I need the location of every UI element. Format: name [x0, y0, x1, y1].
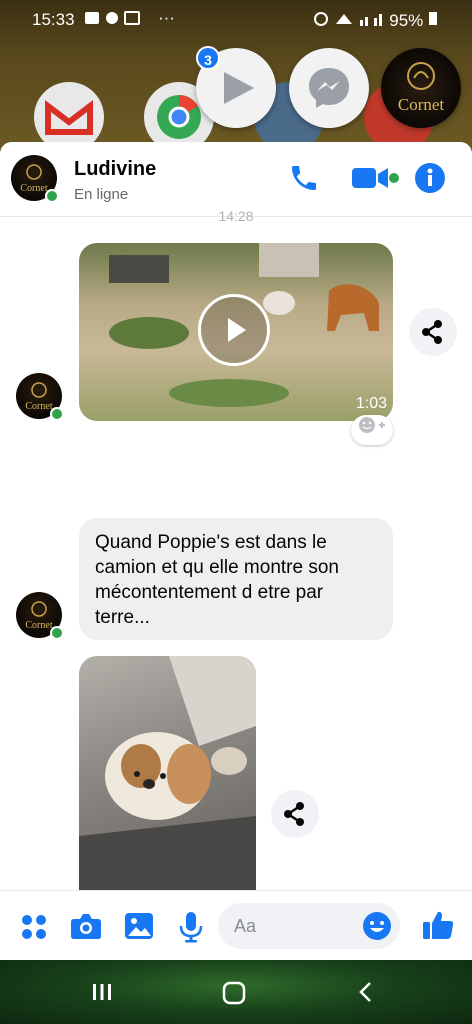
recent-apps-button[interactable] — [90, 980, 114, 1009]
system-icons — [312, 10, 392, 31]
share-icon — [422, 320, 442, 344]
status-bar: 15:33 ··· 95% — [0, 0, 472, 38]
avatar-logo-text: Cornet — [25, 401, 52, 412]
logo-text: Cornet — [398, 95, 445, 114]
timestamp-partial: 14:28 — [218, 208, 254, 224]
unread-badge: 3 — [196, 46, 220, 70]
mic-icon — [179, 912, 203, 943]
online-indicator — [50, 407, 64, 421]
call-button[interactable] — [288, 162, 320, 199]
share-icon — [284, 802, 304, 826]
message-list[interactable]: 14:28 Cornet 1:03 Cornet Quand Poppie's … — [0, 208, 472, 896]
add-reaction-icon — [359, 417, 385, 433]
apps-icon — [22, 915, 46, 939]
share-button[interactable] — [271, 790, 319, 838]
recents-icon — [93, 984, 111, 1000]
battery-icon — [429, 12, 437, 25]
chat-head-messenger[interactable] — [289, 48, 369, 128]
camera-icon — [71, 914, 101, 939]
back-button[interactable] — [354, 980, 378, 1009]
contact-name[interactable]: Ludivine — [74, 158, 156, 181]
voice-button[interactable] — [178, 911, 204, 948]
video-duration: 1:03 — [355, 395, 387, 412]
gallery-icon — [125, 913, 153, 939]
call-icon — [292, 166, 316, 190]
home-icon — [222, 981, 246, 1005]
home-button[interactable] — [221, 980, 247, 1011]
chat-head-contact[interactable]: Cornet — [381, 48, 461, 128]
back-icon — [359, 982, 371, 1002]
share-button[interactable] — [409, 308, 457, 356]
sender-avatar: Cornet — [16, 373, 64, 421]
signal-wifi-icon — [314, 12, 382, 26]
apps-button[interactable] — [20, 913, 48, 946]
like-icon — [423, 911, 454, 939]
info-button[interactable] — [414, 162, 446, 199]
play-button[interactable] — [198, 294, 270, 366]
messenger-icon — [309, 68, 349, 108]
battery-level: 95% — [389, 10, 438, 31]
chat-header: Cornet Ludivine En ligne — [0, 142, 472, 217]
presence-status: En ligne — [74, 186, 129, 203]
system-navigation-bar — [0, 960, 472, 1024]
notification-icons — [84, 10, 144, 29]
video-message[interactable]: 1:03 — [79, 243, 393, 421]
video-call-button[interactable] — [350, 162, 402, 199]
more-notifications: ··· — [158, 8, 175, 27]
status-time: 15:33 — [32, 10, 75, 29]
text-message[interactable]: Quand Poppie's est dans le camion et qu … — [79, 518, 393, 640]
online-indicator — [45, 189, 59, 203]
gallery-button[interactable] — [124, 911, 154, 946]
play-icon — [228, 318, 246, 342]
video-call-icon — [352, 168, 399, 188]
message-composer: Aa — [0, 890, 472, 960]
online-indicator — [50, 626, 64, 640]
chat-panel: Cornet Ludivine En ligne 14:28 Cornet 1:… — [0, 142, 472, 960]
camera-button[interactable] — [70, 911, 102, 946]
dog-photo — [79, 656, 256, 896]
add-reaction-button[interactable] — [351, 415, 393, 445]
contact-avatar[interactable]: Cornet — [11, 155, 59, 203]
battery-text: 95% — [389, 11, 424, 30]
emoji-icon — [363, 912, 391, 940]
sender-avatar: Cornet — [16, 592, 64, 640]
avatar-logo-text: Cornet — [25, 620, 52, 631]
info-icon — [415, 163, 445, 193]
contact-logo-icon: Cornet — [398, 62, 445, 114]
notification-icon — [85, 11, 140, 25]
emoji-button[interactable] — [362, 911, 392, 946]
photo-message[interactable] — [79, 656, 256, 896]
like-button[interactable] — [422, 909, 454, 946]
avatar-logo-text: Cornet — [20, 183, 47, 194]
